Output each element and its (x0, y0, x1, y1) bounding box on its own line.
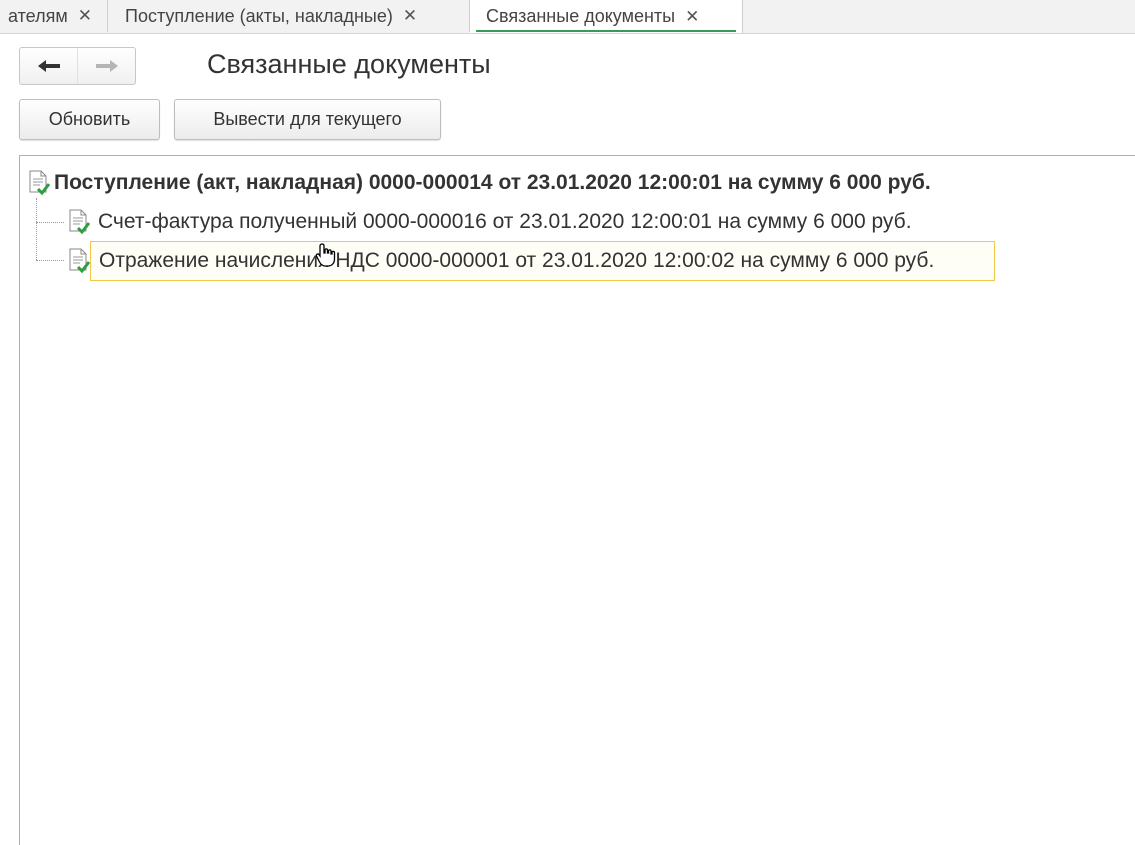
tree-row-vat-accrual[interactable]: Отражение начисления НДС 0000-000001 от … (68, 241, 996, 281)
close-icon[interactable]: ✕ (685, 7, 699, 27)
tree-row-root[interactable]: Поступление (акт, накладная) 0000-000014… (28, 164, 931, 202)
tab-postuplenie[interactable]: Поступление (акты, накладные) ✕ (108, 0, 470, 32)
forward-button[interactable] (77, 48, 135, 84)
tab-label: Связанные документы (486, 6, 676, 26)
tree-row-invoice[interactable]: Счет-фактура полученный 0000-000016 от 2… (68, 203, 912, 241)
tree-row-text: Отражение начисления НДС 0000-000001 от … (90, 241, 996, 281)
document-posted-icon (69, 209, 90, 235)
tree-connector (36, 198, 37, 260)
tree-row-text: Счет-фактура полученный 0000-000016 от 2… (98, 210, 912, 233)
refresh-button[interactable]: Обновить (19, 99, 160, 140)
tab-bar: ателям ✕ Поступление (акты, накладные) ✕… (0, 0, 1135, 34)
tab-previous-partial[interactable]: ателям ✕ (0, 0, 108, 32)
tab-related-documents[interactable]: Связанные документы ✕ (470, 0, 743, 33)
related-documents-tree[interactable]: Поступление (акт, накладная) 0000-000014… (19, 155, 1135, 845)
tree-connector (36, 222, 64, 223)
close-icon[interactable]: ✕ (78, 6, 92, 26)
arrow-left-icon (37, 60, 60, 72)
tab-label: Поступление (акты, накладные) (125, 5, 393, 26)
page-title: Связанные документы (207, 49, 491, 79)
arrow-right-icon (95, 60, 118, 72)
document-posted-icon (69, 248, 90, 274)
tree-connector (36, 260, 64, 261)
hand-cursor-icon (315, 243, 336, 267)
close-icon[interactable]: ✕ (403, 6, 417, 26)
back-button[interactable] (20, 48, 77, 84)
show-for-current-button[interactable]: Вывести для текущего (174, 99, 441, 140)
history-nav (19, 47, 136, 85)
document-posted-icon (29, 170, 50, 196)
tree-row-text: Поступление (акт, накладная) 0000-000014… (54, 171, 931, 194)
tab-label: ателям (8, 5, 68, 26)
